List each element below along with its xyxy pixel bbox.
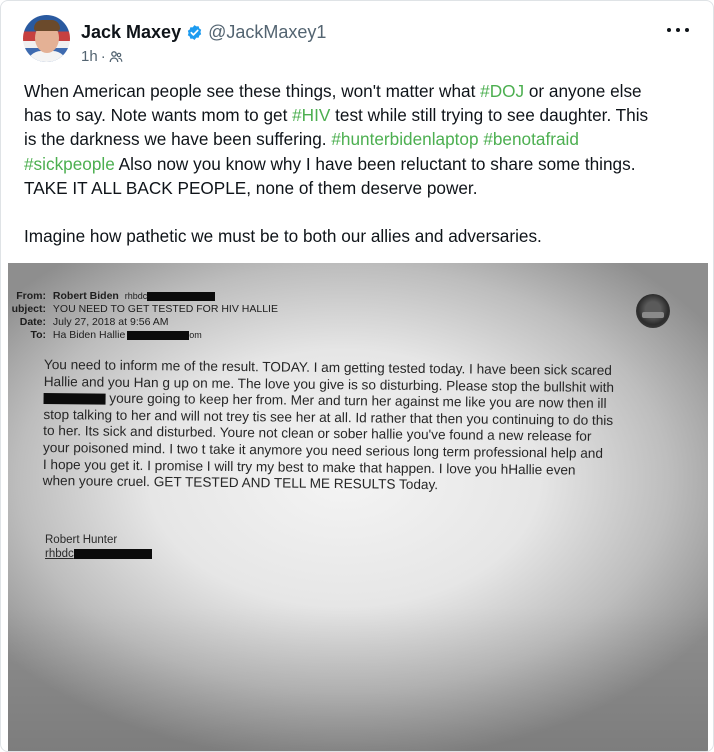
ellipsis-icon (676, 28, 680, 32)
email-to-suffix: om (189, 330, 202, 340)
ellipsis-icon (667, 28, 671, 32)
hashtag-sickpeople[interactable]: #sickpeople (24, 154, 115, 174)
redaction-bar (73, 548, 152, 559)
email-header-from: From: Robert Biden rhbdc (8, 290, 216, 303)
email-header-subject: ubject: YOU NEED TO GET TESTED FOR HIV H… (8, 303, 278, 316)
email-subject-label: ubject: (11, 303, 46, 315)
post-text-line: TAKE IT ALL BACK PEOPLE, none of them de… (24, 177, 478, 198)
email-from-label: From: (16, 290, 46, 302)
meta-separator: · (100, 48, 106, 65)
signature-email: rhbdc (45, 547, 152, 561)
post-text-line: When American people see these things, w… (24, 79, 696, 103)
email-subject-value: YOU NEED TO GET TESTED FOR HIV HALLIE (52, 303, 278, 315)
more-options-button[interactable] (667, 23, 689, 37)
text-segment: Also now you know why I have been reluct… (114, 153, 636, 174)
author-handle[interactable]: @JackMaxey1 (208, 22, 326, 43)
email-header-date: Date: July 27, 2018 at 9:56 AM (8, 316, 169, 329)
post-header: Jack Maxey @JackMaxey1 1h · (23, 15, 695, 71)
post-text-line: Imagine how pathetic we must be to both … (24, 226, 542, 247)
post-text-line: #sickpeople Also now you know why I have… (24, 152, 696, 176)
ellipsis-icon (685, 28, 689, 32)
text-segment: or anyone else (524, 81, 642, 101)
post-text-line: is the darkness we have been suffering. … (24, 127, 696, 151)
text-segment: has to say. Note wants mom to get (24, 105, 293, 126)
hashtag-doj[interactable]: #DOJ (480, 81, 524, 101)
email-from-prefix: rhbdc (124, 291, 148, 301)
email-header-to: To: Ha Biden Hallie om (8, 329, 202, 342)
email-signature: Robert Hunter rhbdc (45, 533, 152, 561)
text-segment: is the darkness we have been suffering. (24, 129, 332, 150)
email-to-value: Ha Biden Hallie (52, 329, 126, 341)
post-card: Jack Maxey @JackMaxey1 1h · When America… (0, 0, 714, 752)
author-display-name[interactable]: Jack Maxey (81, 22, 181, 43)
avatar[interactable] (23, 15, 70, 62)
post-text: When American people see these things, w… (24, 79, 696, 248)
hashtag-hunterbidenlaptop[interactable]: #hunterbidenlaptop (331, 129, 478, 149)
avatar-hair (34, 20, 60, 31)
post-text-line: has to say. Note wants mom to get #HIV t… (24, 103, 696, 127)
redaction-bar (127, 330, 190, 340)
globe-people-icon (109, 50, 123, 64)
post-photo[interactable]: From: Robert Biden rhbdc ubject: YOU NEE… (8, 263, 708, 751)
email-to-label: To: (30, 329, 46, 341)
signature-name: Robert Hunter (45, 534, 118, 546)
name-row: Jack Maxey @JackMaxey1 (81, 22, 326, 43)
email-date-label: Date: (19, 316, 46, 328)
stamp-icon (636, 294, 670, 328)
text-segment: When American people see these things, w… (24, 81, 481, 101)
hashtag-benotafraid[interactable]: #benotafraid (483, 129, 579, 149)
email-date-value: July 27, 2018 at 9:56 AM (52, 316, 169, 328)
email-body: You need to inform me of the result. TOD… (43, 357, 672, 496)
post-meta: 1h · (81, 48, 123, 65)
redaction-bar (43, 393, 106, 405)
post-timestamp[interactable]: 1h (81, 48, 98, 65)
redaction-bar (147, 291, 216, 301)
text-segment: test while still trying to see daughter.… (330, 105, 649, 126)
hashtag-hiv[interactable]: #HIV (292, 105, 330, 125)
signature-email-prefix: rhbdc (45, 548, 74, 560)
verified-badge-icon (186, 24, 203, 41)
email-from-value: Robert Biden (52, 290, 119, 302)
